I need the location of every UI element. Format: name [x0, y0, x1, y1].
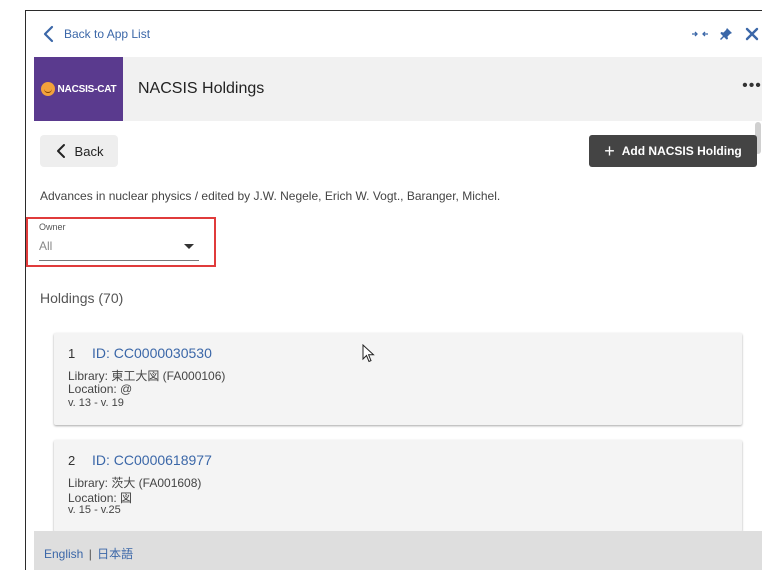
- back-to-app-list-link[interactable]: Back to App List: [40, 23, 150, 45]
- language-japanese-link[interactable]: 日本語: [97, 547, 133, 561]
- app-panel: Back to App List NACSIS-CAT NACSIS Holdi…: [25, 10, 762, 570]
- holding-location: Location: @: [68, 382, 133, 396]
- holding-card: 1 ID: CC0000030530 Library: 東工大図 (FA0001…: [54, 333, 742, 425]
- top-nav: Back to App List: [26, 11, 762, 57]
- page-title: NACSIS Holdings: [138, 80, 265, 97]
- language-switcher: English | 日本語: [44, 545, 133, 562]
- logo-text: NACSIS-CAT: [57, 83, 117, 95]
- holding-number: 1: [68, 346, 76, 361]
- app-header: NACSIS-CAT NACSIS Holdings •••: [34, 57, 762, 121]
- holding-id-link[interactable]: ID: CC0000030530: [92, 345, 212, 361]
- add-nacsis-holding-label: Add NACSIS Holding: [621, 144, 742, 158]
- holding-volumes: v. 15 - v.25: [68, 504, 121, 516]
- more-options-icon[interactable]: •••: [739, 78, 762, 99]
- back-to-app-list-label: Back to App List: [64, 27, 151, 41]
- holdings-count-heading: Holdings (70): [40, 290, 124, 306]
- close-icon[interactable]: [741, 23, 762, 45]
- holding-id-link[interactable]: ID: CC0000618977: [92, 452, 212, 468]
- bibliographic-citation: Advances in nuclear physics / edited by …: [40, 189, 501, 203]
- language-footer: English | 日本語: [34, 531, 762, 570]
- logo-face-icon: [40, 82, 55, 96]
- back-button-label: Back: [74, 143, 104, 159]
- window-controls: [685, 23, 762, 45]
- plus-icon: +: [604, 141, 615, 161]
- chevron-left-icon: [56, 144, 65, 158]
- chevron-left-icon: [43, 25, 54, 43]
- language-separator: |: [88, 547, 92, 561]
- collapse-arrows-icon[interactable]: [689, 23, 711, 45]
- holding-number: 2: [68, 453, 76, 468]
- add-nacsis-holding-button[interactable]: + Add NACSIS Holding: [589, 135, 757, 167]
- holding-card: 2 ID: CC0000618977 Library: 茨大 (FA001608…: [54, 440, 742, 532]
- nacsis-cat-logo: NACSIS-CAT: [34, 57, 123, 121]
- pin-icon[interactable]: [715, 23, 737, 45]
- language-english-link[interactable]: English: [44, 547, 83, 561]
- mouse-cursor-icon: [362, 344, 375, 363]
- back-button[interactable]: Back: [40, 135, 118, 167]
- holding-volumes: v. 13 - v. 19: [68, 397, 124, 409]
- owner-select[interactable]: [34, 219, 206, 263]
